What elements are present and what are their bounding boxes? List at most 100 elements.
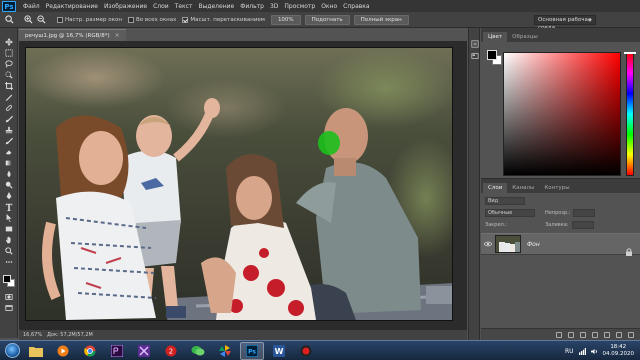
resize-windows-option[interactable]: Настр. размер окон: [57, 16, 122, 23]
menu-select[interactable]: Выделение: [195, 3, 237, 10]
quick-mask-icon[interactable]: [0, 291, 18, 302]
layer-filter-select[interactable]: Вид: [485, 197, 525, 205]
zoom-tool-icon[interactable]: [0, 245, 18, 256]
menu-view[interactable]: Просмотр: [281, 3, 318, 10]
menu-window[interactable]: Окно: [318, 3, 340, 10]
color-picker-field[interactable]: [503, 52, 621, 176]
scrubby-zoom-checkbox[interactable]: [182, 16, 189, 23]
menu-edit[interactable]: Редактирование: [43, 3, 101, 10]
fit-screen-button[interactable]: Подогнать: [304, 14, 350, 25]
document-canvas[interactable]: [25, 47, 453, 321]
taskbar-word[interactable]: W: [267, 342, 291, 360]
path-selection-tool-icon[interactable]: [0, 212, 18, 223]
menu-file[interactable]: Файл: [20, 3, 43, 10]
healing-brush-tool-icon[interactable]: [0, 102, 18, 113]
taskbar-media-player[interactable]: [51, 342, 75, 360]
add-mask-icon[interactable]: [580, 331, 586, 338]
workspace-select[interactable]: Основная рабочая среда: [534, 15, 596, 31]
quick-select-tool-icon[interactable]: [0, 69, 18, 80]
document-tab[interactable]: речуш1.jpg @ 16,7% (RGB/8*) ×: [19, 29, 126, 41]
hand-tool-icon[interactable]: [0, 234, 18, 245]
taskbar-explorer[interactable]: [24, 342, 48, 360]
right-panels: Цвет Образцы Слои Каналы Контуры Вид Обы…: [481, 28, 640, 340]
tab-swatches[interactable]: Образцы: [507, 32, 543, 42]
menu-type[interactable]: Текст: [172, 3, 196, 10]
lasso-tool-icon[interactable]: [0, 58, 18, 69]
screen-mode-icon[interactable]: [0, 302, 18, 313]
taskbar-recorder[interactable]: [294, 342, 318, 360]
zoom-tool-icon[interactable]: [4, 15, 14, 25]
move-tool-icon[interactable]: [0, 36, 18, 47]
start-button[interactable]: [0, 341, 24, 360]
zoom-level[interactable]: 16,67%: [23, 332, 47, 338]
blur-tool-icon[interactable]: [0, 168, 18, 179]
layer-style-icon[interactable]: [568, 331, 574, 338]
fill-screen-button[interactable]: Полный экран: [353, 14, 409, 25]
new-layer-icon[interactable]: [616, 331, 622, 338]
options-bar: Настр. размер окон Во всех окнах Масшт. …: [0, 12, 640, 31]
zoom-in-icon[interactable]: [23, 15, 33, 25]
delete-layer-icon[interactable]: [628, 331, 634, 338]
menu-filter[interactable]: Фильтр: [237, 3, 267, 10]
taskbar-video-app[interactable]: [132, 342, 156, 360]
dodge-tool-icon[interactable]: [0, 179, 18, 190]
opacity-field[interactable]: [573, 209, 596, 217]
taskbar-app-pinwheel[interactable]: [213, 342, 237, 360]
taskbar-chrome[interactable]: [78, 342, 102, 360]
eye-icon[interactable]: [481, 241, 495, 247]
volume-icon[interactable]: [590, 348, 598, 355]
clone-stamp-tool-icon[interactable]: [0, 124, 18, 135]
language-indicator[interactable]: RU: [565, 348, 574, 355]
type-tool-icon[interactable]: [0, 201, 18, 212]
new-group-icon[interactable]: [604, 331, 610, 338]
color-swatches[interactable]: [0, 273, 18, 291]
clock[interactable]: 18:42 04.09.2020: [603, 344, 635, 358]
resize-windows-checkbox[interactable]: [57, 16, 63, 23]
media-player-icon: [57, 345, 69, 356]
blend-mode-select[interactable]: Обычные: [485, 209, 535, 217]
menu-image[interactable]: Изображение: [101, 3, 150, 10]
taskbar-premiere[interactable]: [105, 342, 129, 360]
all-windows-option[interactable]: Во всех окнах: [127, 16, 176, 23]
more-tools-icon[interactable]: [0, 256, 18, 267]
taskbar-photoshop[interactable]: Ps: [240, 341, 264, 360]
gradient-tool-icon[interactable]: [0, 157, 18, 168]
foreground-color-chip[interactable]: [487, 50, 497, 60]
network-icon[interactable]: [578, 347, 586, 355]
tab-color[interactable]: Цвет: [483, 32, 508, 42]
tab-channels[interactable]: Каналы: [507, 183, 539, 193]
scrubby-zoom-label: Масшт. перетаскиванием: [190, 16, 265, 23]
shape-tool-icon[interactable]: [0, 223, 18, 234]
layer-name[interactable]: Фон: [527, 241, 540, 248]
tab-paths[interactable]: Контуры: [539, 183, 574, 193]
hue-slider[interactable]: [626, 52, 634, 176]
menu-layers[interactable]: Слои: [150, 3, 172, 10]
adjustment-layer-icon[interactable]: [592, 331, 598, 338]
pen-tool-icon[interactable]: [0, 190, 18, 201]
layer-row-background[interactable]: Фон: [481, 233, 640, 256]
link-layers-icon[interactable]: [556, 331, 562, 338]
menu-3d[interactable]: 3D: [267, 3, 281, 10]
history-brush-tool-icon[interactable]: [0, 135, 18, 146]
marquee-tool-icon[interactable]: [0, 47, 18, 58]
fill-field[interactable]: [571, 221, 594, 229]
canvas-area[interactable]: [19, 41, 467, 330]
history-panel-icon[interactable]: [469, 38, 481, 50]
taskbar-game[interactable]: 2: [159, 342, 183, 360]
scrubby-zoom-option[interactable]: Масшт. перетаскиванием: [182, 16, 265, 23]
taskbar-wechat[interactable]: [186, 342, 210, 360]
eyedropper-tool-icon[interactable]: [0, 91, 18, 102]
eraser-tool-icon[interactable]: [0, 146, 18, 157]
photoshop-icon: Ps: [246, 344, 258, 357]
brush-tool-icon[interactable]: [0, 113, 18, 124]
foreground-color-swatch[interactable]: [3, 275, 11, 283]
all-windows-checkbox[interactable]: [127, 16, 134, 23]
crop-tool-icon[interactable]: [0, 80, 18, 91]
zoom-100-button[interactable]: 100%: [270, 14, 301, 25]
menu-help[interactable]: Справка: [340, 3, 372, 10]
close-icon[interactable]: ×: [115, 32, 120, 39]
tab-layers[interactable]: Слои: [483, 183, 508, 193]
hue-slider-handle[interactable]: [624, 52, 636, 54]
properties-panel-icon[interactable]: [469, 50, 481, 62]
zoom-out-icon[interactable]: [36, 15, 46, 25]
